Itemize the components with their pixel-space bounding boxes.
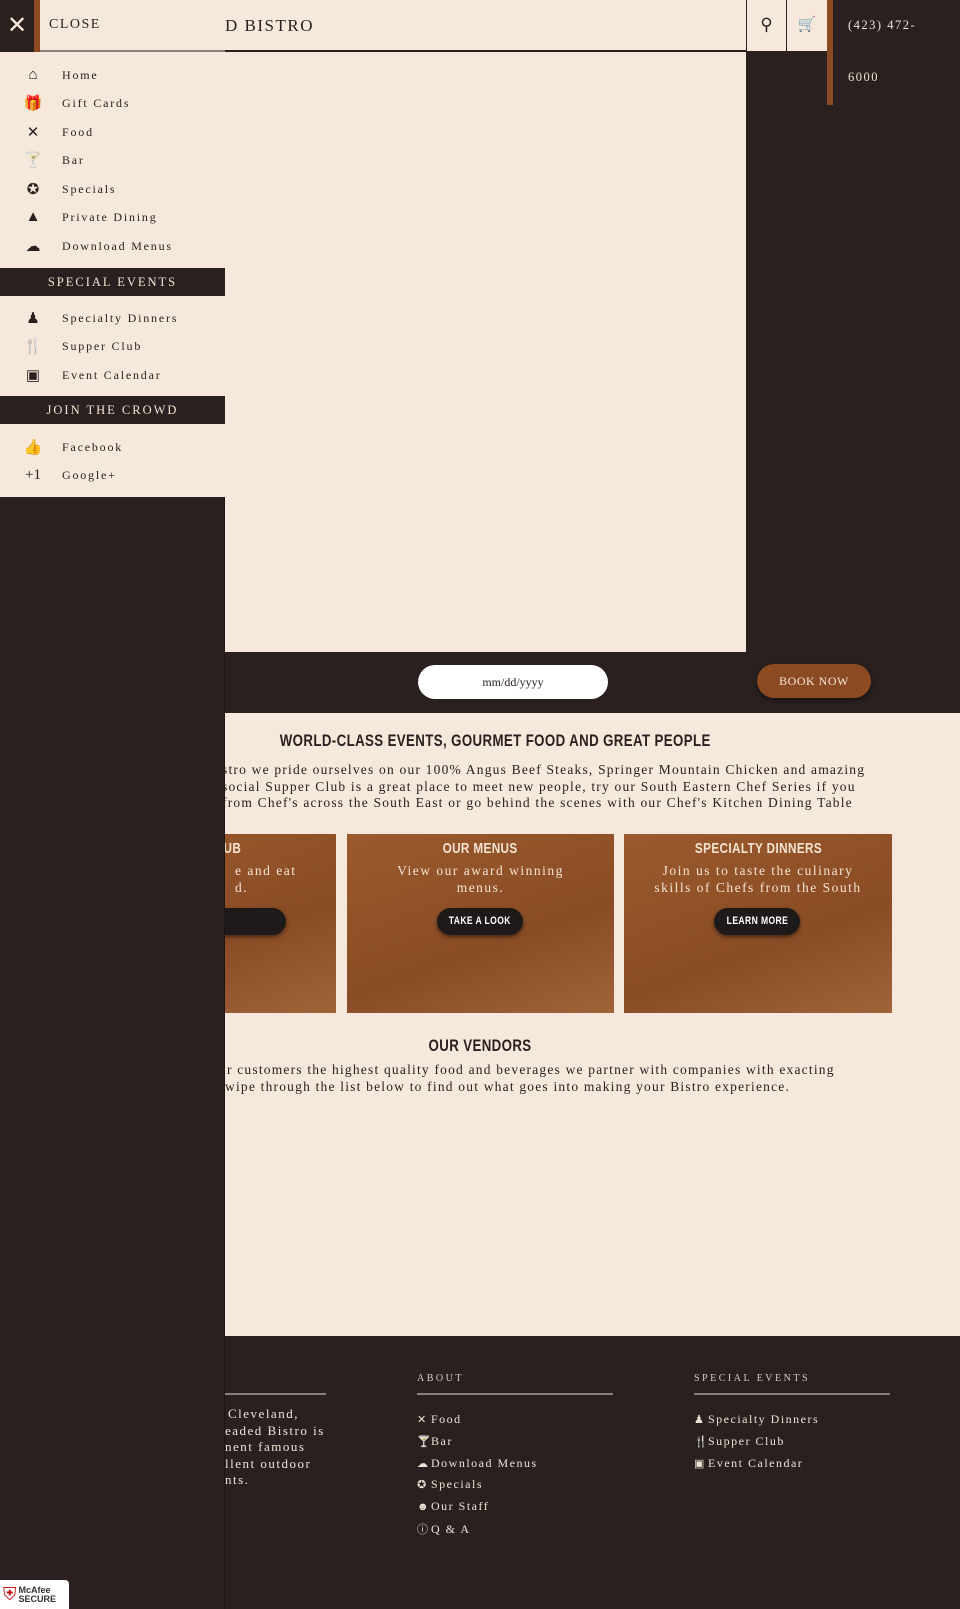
phone-accent-bar [827,0,833,105]
card-title: SPECIALTY DINNERS [694,840,822,857]
sidebar-item-label: Gift Cards [62,96,131,110]
sidebar-item-specials[interactable]: ✪ Specials [0,175,225,203]
private-dining-icon: ▲ [25,209,41,225]
book-now-button[interactable]: BOOK NOW [757,664,871,698]
close-label-box[interactable]: CLOSE [40,0,225,52]
sidebar-item-private-dining[interactable]: ▲ Private Dining [0,204,225,232]
phone-line-1[interactable]: (423) 472- [848,18,916,33]
star-icon: ✪ [26,181,40,198]
sidebar-item-label: Facebook [62,439,124,454]
cart-button[interactable]: 🛒 [786,0,827,51]
vendors-heading: OUR VENDORS [428,1036,532,1055]
shield-icon: ⛨ [3,1584,17,1604]
utensils-icon: 🍴 [23,339,43,355]
footer-link[interactable]: ✕ Food [417,1412,462,1427]
our-menus-card[interactable]: OUR MENUS View our award winning menus. T… [347,834,614,1013]
footer-link[interactable]: 🍴Supper Club [694,1434,785,1449]
take-a-look-button[interactable]: TAKE A LOOK [437,908,523,935]
sidebar-item-gift-cards[interactable]: 🎁 Gift Cards [0,90,225,118]
sidebar-item-bar[interactable]: 🍸 Bar [0,147,225,175]
food-icon: ✕ [417,1414,428,1426]
bar-icon: 🍸 [23,153,43,169]
card-desc: View our award winning menus. [397,863,564,895]
cart-icon: 🛒 [797,17,817,33]
star-icon: ✪ [417,1479,428,1492]
sidebar-item-label: Event Calendar [62,367,162,382]
close-icon: ✕ [6,13,28,39]
sidebar-item-label: Bar [62,153,85,167]
intro-line: from Chef's across the South East or go … [222,795,853,810]
intro-line: stro we pride ourselves on our 100% Angu… [222,762,866,777]
footer-divider [694,1393,890,1395]
intro-heading: WORLD-CLASS EVENTS, GOURMET FOOD AND GRE… [279,731,711,750]
people-icon: ♟ [694,1414,706,1426]
search-icon: ⚲ [760,15,773,34]
sidebar-section-special-events: SPECIAL EVENTS [0,268,225,296]
vendors-line: wipe through the list below to find out … [225,1079,791,1094]
card-title: OUR MENUS [442,840,518,857]
sidebar-item-event-calendar[interactable]: ▣ Event Calendar [0,361,225,389]
sidebar-item-label: Food [62,124,94,139]
info-icon: ⓘ [417,1524,430,1536]
footer-link[interactable]: ♟ Specialty Dinners [694,1412,819,1427]
sidebar-item-label: Google+ [62,468,117,482]
close-button[interactable]: ✕ [0,0,34,52]
card-desc: e and eat d. [235,863,297,895]
footer-divider [417,1393,613,1395]
sidebar-panel: ✕ CLOSE ⌂ Home 🎁 Gift Cards ✕ Food 🍸 Bar ✪ Specia… [0,0,225,1609]
plus-one-icon: +1 [25,467,41,483]
sidebar-item-label: Specials [62,181,117,196]
mcafee-secure-badge[interactable]: ⛨ McAfee SECURE [0,1580,69,1609]
calendar-icon: ▣ [25,367,41,384]
footer-link[interactable]: 🍸Bar [417,1434,453,1449]
sidebar-item-food[interactable]: ✕ Food [0,118,225,146]
utensils-icon: 🍴 [694,1435,710,1448]
sidebar-item-download-menus[interactable]: ☁ Download Menus [0,232,225,260]
sidebar-item-label: Private Dining [62,210,158,224]
sidebar-item-label: Supper Club [62,339,143,353]
footer-events-heading: SPECIAL EVENTS [694,1373,811,1384]
cloud-download-icon: ☁ [25,238,41,255]
calendar-icon: ▣ [694,1457,706,1470]
sidebar-item-facebook[interactable]: 👍 Facebook [0,433,225,461]
staff-icon: ☻ [417,1501,431,1514]
search-button[interactable]: ⚲ [746,0,786,51]
cloud-download-icon: ☁ [417,1457,430,1470]
sidebar-item-specialty-dinners[interactable]: ♟ Specialty Dinners [0,304,225,332]
vendors-line: ır customers the highest quality food an… [222,1062,835,1077]
people-icon: ♟ [26,310,40,327]
gift-card-icon: 🎁 [23,96,43,112]
footer-link[interactable]: ☻Our Staff [417,1499,489,1514]
card-title: UB [223,840,242,857]
footer-link[interactable]: ▣ Event Calendar [694,1456,803,1471]
sidebar-section-join-the-crowd: JOIN THE CROWD [0,396,225,424]
specialty-dinners-card[interactable]: SPECIALTY DINNERS Join us to taste the c… [624,834,892,1013]
footer-link[interactable]: ⓘ Q & A [417,1521,471,1537]
close-label: CLOSE [49,17,101,32]
sidebar-item-label: Download Menus [62,238,173,253]
intro-line: social Supper Club is a great place to m… [222,779,856,794]
home-icon: ⌂ [28,66,38,83]
sidebar-item-google[interactable]: +1 Google+ [0,462,225,490]
footer-link[interactable]: ✪ Specials [417,1477,483,1492]
footer-link[interactable]: ☁ Download Menus [417,1456,538,1471]
sidebar-item-label: Home [62,67,99,82]
thumbs-up-icon: 👍 [23,439,43,456]
sidebar-item-label: Specialty Dinners [62,310,179,325]
phone-line-2[interactable]: 6000 [848,70,879,85]
bar-icon: 🍸 [417,1435,433,1448]
food-icon: ✕ [26,124,40,141]
learn-more-button[interactable]: LEARN MORE [714,908,800,935]
footer-about-heading: ABOUT [417,1373,464,1384]
date-input[interactable]: mm/dd/yyyy [418,665,608,699]
sidebar-item-home[interactable]: ⌂ Home [0,61,225,89]
card-desc: Join us to taste the culinary skills of C… [654,863,862,895]
sidebar-item-supper-club[interactable]: 🍴 Supper Club [0,333,225,361]
site-title[interactable]: D BISTRO [225,16,314,36]
